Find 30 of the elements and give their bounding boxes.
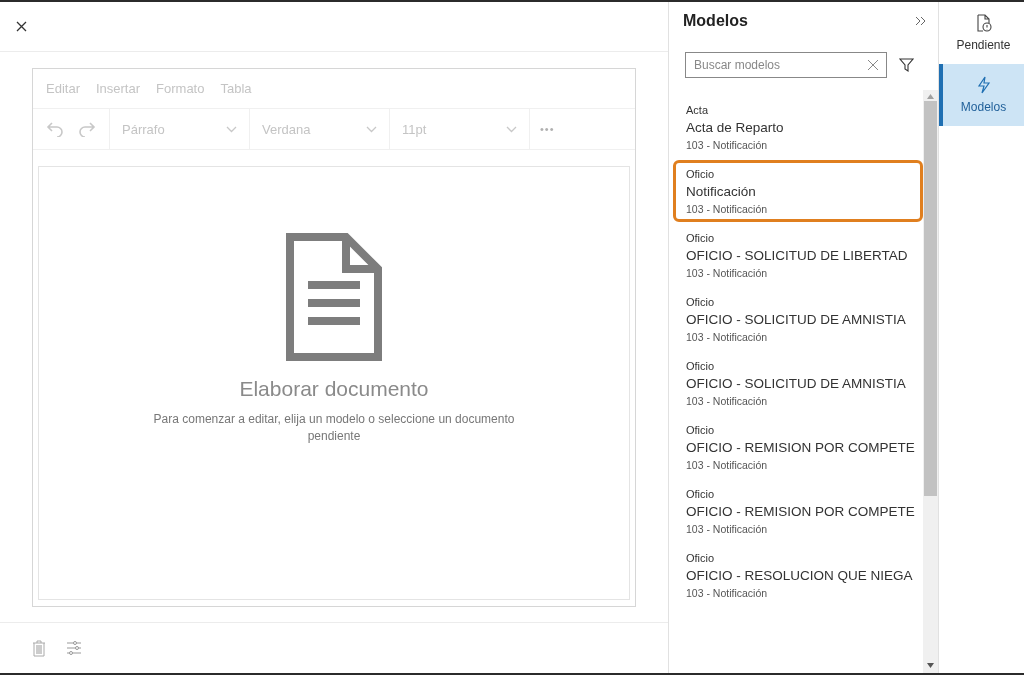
chevron-down-icon xyxy=(366,125,377,133)
filter-icon[interactable] xyxy=(899,58,914,72)
document-icon xyxy=(286,233,382,361)
empty-state-title: Elaborar documento xyxy=(239,377,429,401)
trash-icon[interactable] xyxy=(32,639,46,657)
model-item[interactable]: Oficio Notificación 103 - Notificación xyxy=(673,160,923,222)
collapse-icon[interactable] xyxy=(915,16,926,26)
sliders-icon[interactable] xyxy=(66,641,82,655)
chevron-down-icon xyxy=(506,125,517,133)
scroll-down-icon[interactable] xyxy=(927,663,934,668)
model-item[interactable]: Acta Acta de Reparto 103 - Notificación xyxy=(673,96,923,158)
model-item[interactable]: Oficio OFICIO - RESOLUCION QUE NIEGA 103 - Notificación xyxy=(673,544,923,606)
clear-icon[interactable] xyxy=(867,59,879,71)
undo-icon[interactable] xyxy=(46,121,64,137)
search-field[interactable]: Buscar modelos xyxy=(685,52,887,78)
chevron-down-icon xyxy=(226,125,237,133)
scroll-up-icon[interactable] xyxy=(927,94,934,99)
model-item[interactable]: Oficio OFICIO - SOLICITUD DE AMNISTIA 103 - Notificación xyxy=(673,288,923,350)
document-alert-icon xyxy=(975,14,992,32)
redo-icon[interactable] xyxy=(78,121,96,137)
nav-tab[interactable]: Modelos xyxy=(939,64,1024,126)
model-item[interactable]: Oficio OFICIO - SOLICITUD DE LIBERTAD 103 - Notificación xyxy=(673,224,923,286)
scrollbar[interactable] xyxy=(923,90,938,673)
model-item[interactable]: Oficio OFICIO - REMISION POR COMPETE 103 - Notificación xyxy=(673,480,923,542)
panel-title: Modelos xyxy=(683,12,748,30)
close-button[interactable] xyxy=(16,21,27,32)
lightning-icon xyxy=(975,76,992,94)
model-item[interactable]: Oficio OFICIO - REMISION POR COMPETE 103 - Notificación xyxy=(673,416,923,478)
empty-state-message: Para comenzar a editar, elija un modelo o seleccione un documento pendiente xyxy=(152,411,516,445)
model-item[interactable]: Oficio OFICIO - SOLICITUD DE AMNISTIA 103 - Notificación xyxy=(673,352,923,414)
